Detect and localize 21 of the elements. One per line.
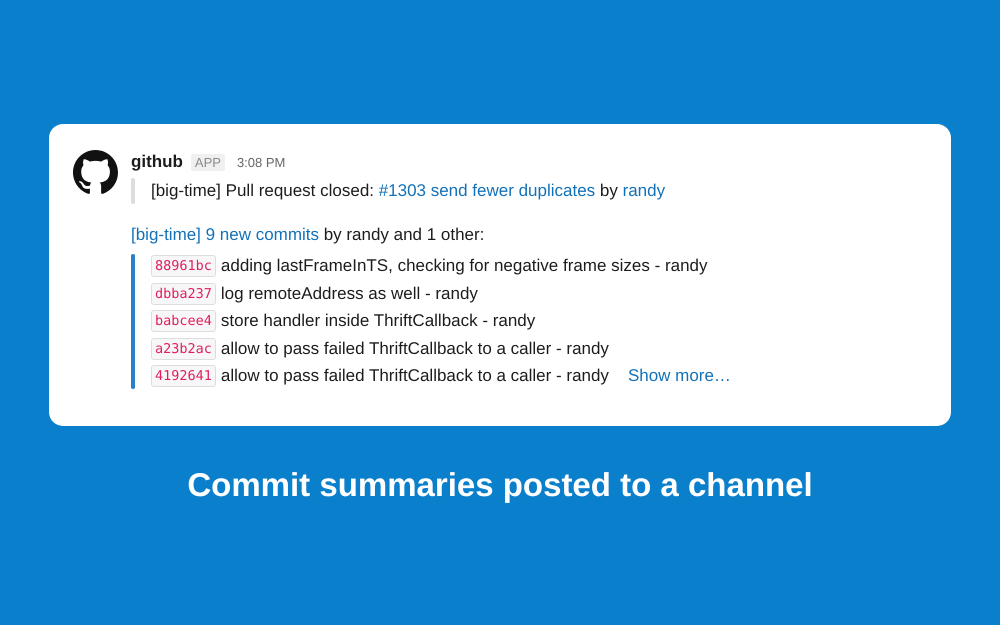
avatar-icon — [73, 150, 118, 195]
show-more-link[interactable]: Show more… — [628, 366, 731, 386]
caption: Commit summaries posted to a channel — [186, 466, 814, 504]
commit-message: allow to pass failed ThriftCallback to a caller - randy — [220, 366, 609, 386]
commit-message: store handler inside ThriftCallback - randy — [220, 311, 536, 332]
commit-message: adding lastFrameInTS, checking for negative frame sizes - randy — [220, 256, 708, 276]
attachment-text: [big-time] Pull request closed: #1303 send fewer duplicates by randy — [151, 180, 666, 202]
commit-hash[interactable]: a23b2ac — [151, 338, 216, 360]
app-badge: APP — [190, 154, 225, 170]
commit-message: allow to pass failed ThriftCallback to a caller - randy — [220, 338, 609, 359]
sender-name[interactable]: github — [131, 152, 183, 172]
timestamp[interactable]: 3:08 PM — [236, 154, 286, 170]
commit-hash[interactable]: dbba237 — [151, 282, 216, 305]
link[interactable]: [big-time] 9 new commits — [131, 225, 319, 244]
commit-summary: [big-time] 9 new commits by randy and 1 other: — [131, 224, 486, 246]
commit-hash[interactable]: babcee4 — [151, 310, 216, 332]
link[interactable]: #1303 send fewer duplicates — [378, 181, 596, 200]
commit-message: log remoteAddress as well - randy — [220, 284, 478, 304]
commit-hash[interactable]: 4192641 — [151, 365, 216, 388]
link[interactable]: randy — [622, 181, 666, 200]
commit-hash[interactable]: 88961bc — [151, 255, 216, 278]
